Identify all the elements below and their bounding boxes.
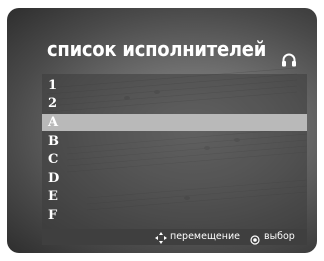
enter-circle-icon bbox=[250, 232, 260, 245]
artist-list: 1 2 A B C D E F bbox=[42, 74, 307, 229]
list-item-b[interactable]: B bbox=[42, 133, 307, 150]
list-item-e[interactable]: E bbox=[42, 188, 307, 205]
list-item-c[interactable]: C bbox=[42, 151, 307, 168]
page-title: список исполнителей bbox=[47, 37, 267, 61]
select-hint-label: выбор bbox=[264, 231, 295, 242]
headphones-icon bbox=[281, 52, 297, 68]
list-item-2[interactable]: 2 bbox=[42, 95, 307, 112]
list-item-d[interactable]: D bbox=[42, 170, 307, 187]
screen: список исполнителей 1 2 A B C D E F пере… bbox=[7, 8, 317, 253]
move-hint-label: перемещение bbox=[170, 231, 240, 242]
navigation-arrows-icon bbox=[155, 231, 167, 244]
footer-hint-bar: перемещение выбор bbox=[42, 229, 307, 245]
list-item-f[interactable]: F bbox=[42, 207, 307, 224]
list-item-1[interactable]: 1 bbox=[42, 77, 307, 94]
list-item-a[interactable]: A bbox=[42, 114, 307, 131]
